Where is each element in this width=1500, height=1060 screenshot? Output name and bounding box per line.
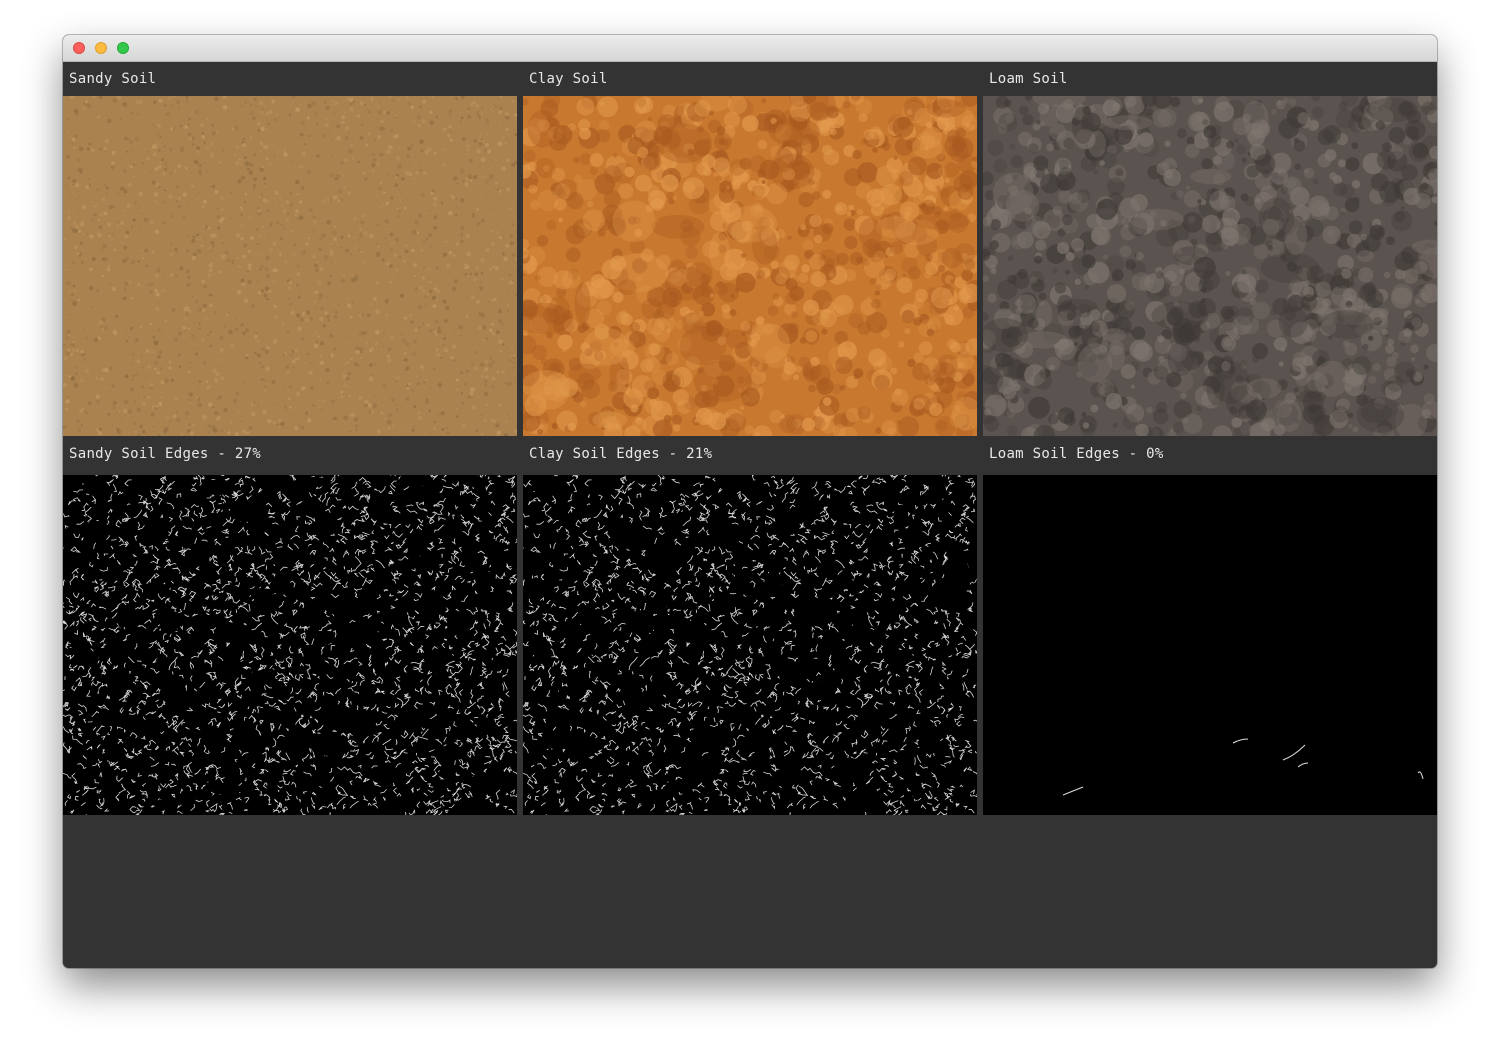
sandy-soil-edges-image — [63, 475, 517, 815]
image-grid: Sandy Soil Clay Soil Loam Soil Sandy Soi… — [63, 62, 1437, 968]
panel-title: Clay Soil Edges - 21% — [529, 446, 713, 462]
app-window: Sandy Soil Clay Soil Loam Soil Sandy Soi… — [63, 35, 1437, 968]
clay-soil-image — [523, 96, 977, 436]
title-bar[interactable] — [63, 35, 1437, 62]
panel-title: Clay Soil — [529, 71, 608, 87]
close-button[interactable] — [73, 42, 85, 54]
panel-title: Loam Soil — [989, 71, 1068, 87]
maximize-button[interactable] — [117, 42, 129, 54]
sandy-soil-image — [63, 96, 517, 436]
loam-soil-edges-image — [983, 475, 1437, 815]
loam-soil-image — [983, 96, 1437, 436]
panel-title: Sandy Soil Edges - 27% — [69, 446, 262, 462]
panel-title: Loam Soil Edges - 0% — [989, 446, 1164, 462]
clay-soil-edges-image — [523, 475, 977, 815]
minimize-button[interactable] — [95, 42, 107, 54]
panel-title: Sandy Soil — [69, 71, 157, 87]
